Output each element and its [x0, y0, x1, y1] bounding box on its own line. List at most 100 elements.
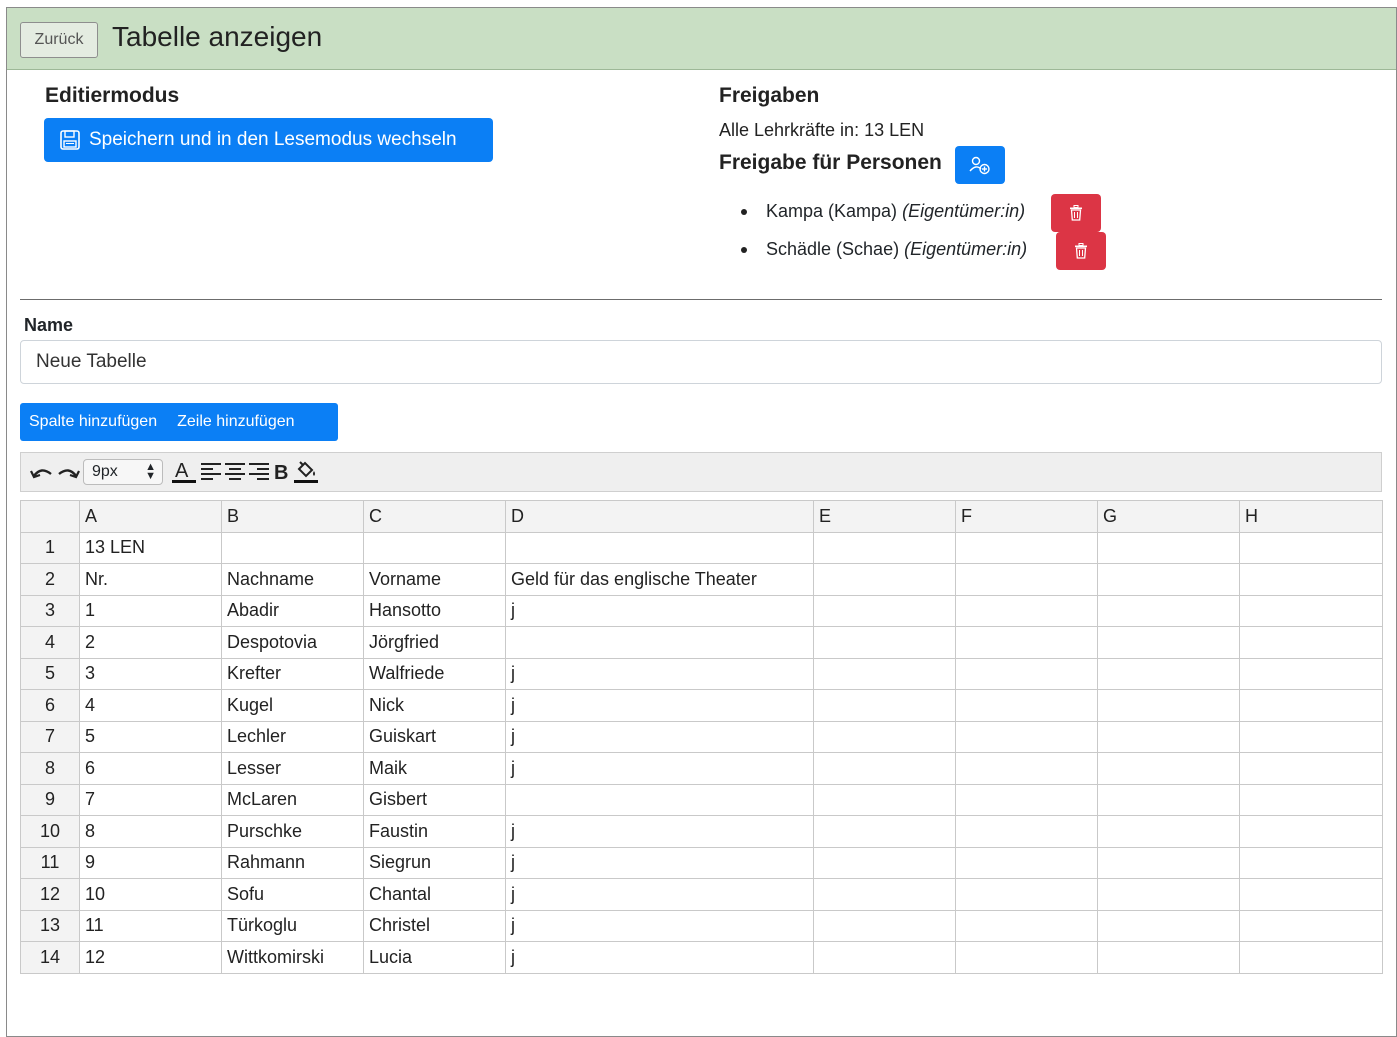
table-name-input[interactable] [20, 340, 1382, 384]
sheet-cell[interactable]: Maik [363, 752, 506, 785]
sheet-cell[interactable]: 10 [79, 878, 222, 911]
column-header[interactable]: A [79, 500, 222, 533]
sheet-cell[interactable] [505, 626, 814, 659]
sheet-cell[interactable] [813, 878, 956, 911]
row-header[interactable]: 2 [20, 563, 80, 596]
sheet-cell[interactable] [955, 689, 1098, 722]
sheet-cell[interactable]: Nick [363, 689, 506, 722]
sheet-cell[interactable]: Vorname [363, 563, 506, 596]
sheet-cell[interactable] [955, 594, 1098, 627]
sheet-cell[interactable]: Abadir [221, 594, 364, 627]
sheet-cell[interactable] [813, 752, 956, 785]
sheet-cell[interactable] [1239, 941, 1383, 974]
column-header[interactable]: D [505, 500, 814, 533]
sheet-cell[interactable] [1097, 563, 1240, 596]
row-header[interactable]: 10 [20, 815, 80, 848]
sheet-cell[interactable]: 11 [79, 909, 222, 942]
sheet-cell[interactable] [1097, 626, 1240, 659]
sheet-cell[interactable] [221, 531, 364, 564]
sheet-cell[interactable] [1097, 846, 1240, 879]
sheet-cell[interactable] [813, 657, 956, 690]
row-header[interactable]: 11 [20, 846, 80, 879]
sheet-cell[interactable] [813, 594, 956, 627]
sheet-cell[interactable] [1239, 563, 1383, 596]
sheet-cell[interactable] [813, 815, 956, 848]
sheet-cell[interactable] [1239, 783, 1383, 816]
sheet-cell[interactable] [1239, 846, 1383, 879]
delete-share-button[interactable] [1056, 232, 1106, 270]
sheet-cell[interactable]: j [505, 657, 814, 690]
sheet-cell[interactable] [505, 783, 814, 816]
row-header[interactable]: 13 [20, 909, 80, 942]
sheet-cell[interactable]: j [505, 909, 814, 942]
sheet-cell[interactable]: 8 [79, 815, 222, 848]
sheet-cell[interactable]: 12 [79, 941, 222, 974]
sheet-cell[interactable] [1239, 720, 1383, 753]
align-right-icon[interactable] [247, 458, 271, 486]
sheet-cell[interactable] [955, 563, 1098, 596]
sheet-cell[interactable]: Hansotto [363, 594, 506, 627]
sheet-cell[interactable] [955, 909, 1098, 942]
sheet-cell[interactable]: 3 [79, 657, 222, 690]
sheet-cell[interactable] [1097, 657, 1240, 690]
sheet-cell[interactable]: Lucia [363, 941, 506, 974]
sheet-cell[interactable] [1097, 720, 1240, 753]
column-header[interactable]: E [813, 500, 956, 533]
add-column-button[interactable]: Spalte hinzufügen [20, 413, 167, 431]
sheet-cell[interactable]: Lechler [221, 720, 364, 753]
sheet-cell[interactable]: 1 [79, 594, 222, 627]
sheet-cell[interactable]: Guiskart [363, 720, 506, 753]
sheet-cell[interactable] [955, 657, 1098, 690]
sheet-cell[interactable] [955, 626, 1098, 659]
sheet-cell[interactable]: j [505, 752, 814, 785]
sheet-cell[interactable] [1097, 941, 1240, 974]
corner-cell[interactable] [20, 500, 80, 533]
sheet-cell[interactable]: Christel [363, 909, 506, 942]
align-center-icon[interactable] [223, 458, 247, 486]
column-header[interactable]: B [221, 500, 364, 533]
sheet-cell[interactable]: Despotovia [221, 626, 364, 659]
sheet-cell[interactable] [955, 846, 1098, 879]
back-button[interactable]: Zurück [20, 22, 98, 58]
sheet-cell[interactable]: j [505, 941, 814, 974]
column-header[interactable]: G [1097, 500, 1240, 533]
sheet-cell[interactable] [955, 878, 1098, 911]
text-color-icon[interactable]: A [169, 458, 199, 486]
sheet-cell[interactable]: Türkoglu [221, 909, 364, 942]
row-header[interactable]: 3 [20, 594, 80, 627]
row-header[interactable]: 6 [20, 689, 80, 722]
sheet-cell[interactable]: 2 [79, 626, 222, 659]
row-header[interactable]: 4 [20, 626, 80, 659]
sheet-cell[interactable]: Siegrun [363, 846, 506, 879]
sheet-cell[interactable] [955, 752, 1098, 785]
sheet-cell[interactable] [1239, 752, 1383, 785]
fill-color-icon[interactable] [291, 458, 321, 486]
sheet-cell[interactable]: Jörgfried [363, 626, 506, 659]
sheet-cell[interactable] [955, 815, 1098, 848]
sheet-cell[interactable]: 4 [79, 689, 222, 722]
sheet-cell[interactable] [813, 846, 956, 879]
sheet-cell[interactable] [813, 720, 956, 753]
delete-share-button[interactable] [1051, 194, 1101, 232]
save-read-mode-button[interactable]: Speichern und in den Lesemodus wechseln [44, 118, 493, 162]
sheet-cell[interactable]: Purschke [221, 815, 364, 848]
sheet-cell[interactable] [1239, 909, 1383, 942]
sheet-cell[interactable] [505, 531, 814, 564]
sheet-cell[interactable] [1239, 815, 1383, 848]
redo-icon[interactable] [55, 458, 81, 486]
undo-icon[interactable] [29, 458, 55, 486]
font-size-select[interactable]: 9px ▲ ▼ [83, 459, 163, 485]
sheet-cell[interactable] [813, 563, 956, 596]
sheet-cell[interactable]: Lesser [221, 752, 364, 785]
sheet-cell[interactable] [813, 531, 956, 564]
sheet-cell[interactable] [1239, 657, 1383, 690]
sheet-cell[interactable]: Walfriede [363, 657, 506, 690]
sheet-cell[interactable] [1239, 531, 1383, 564]
sheet-cell[interactable] [1097, 531, 1240, 564]
column-header[interactable]: H [1239, 500, 1383, 533]
sheet-cell[interactable]: Sofu [221, 878, 364, 911]
column-header[interactable]: F [955, 500, 1098, 533]
sheet-cell[interactable]: 7 [79, 783, 222, 816]
sheet-cell[interactable]: Kugel [221, 689, 364, 722]
sheet-cell[interactable]: j [505, 720, 814, 753]
